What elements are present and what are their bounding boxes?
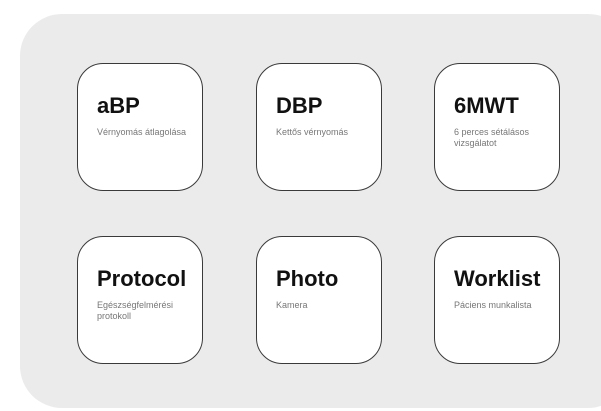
- tile-title: aBP: [97, 93, 140, 118]
- tile-subtitle: 6 perces sétálásos vizsgálatot: [454, 127, 530, 148]
- tile-dbp[interactable]: DBP Kettős vérnyomás: [256, 63, 382, 191]
- tile-subtitle: Kamera: [276, 300, 308, 310]
- tile-protocol[interactable]: Protocol Egészségfelmérési protokoll: [77, 236, 203, 364]
- tile-title: Worklist: [454, 266, 541, 291]
- tile-title: Photo: [276, 266, 339, 291]
- tile-title: DBP: [276, 93, 323, 118]
- tile-title: 6MWT: [454, 93, 519, 118]
- tile-6mwt[interactable]: 6MWT 6 perces sétálásos vizsgálatot: [434, 63, 560, 191]
- tile-photo[interactable]: Photo Kamera: [256, 236, 382, 364]
- tile-title: Protocol: [97, 266, 187, 291]
- tile-subtitle: Vérnyomás átlagolása: [97, 127, 187, 137]
- tile-subtitle: Kettős vérnyomás: [276, 127, 349, 137]
- tile-abp[interactable]: aBP Vérnyomás átlagolása: [77, 63, 203, 191]
- tile-worklist[interactable]: Worklist Páciens munkalista: [434, 236, 560, 364]
- tile-subtitle: Egészségfelmérési protokoll: [97, 300, 174, 321]
- tile-subtitle: Páciens munkalista: [454, 300, 532, 310]
